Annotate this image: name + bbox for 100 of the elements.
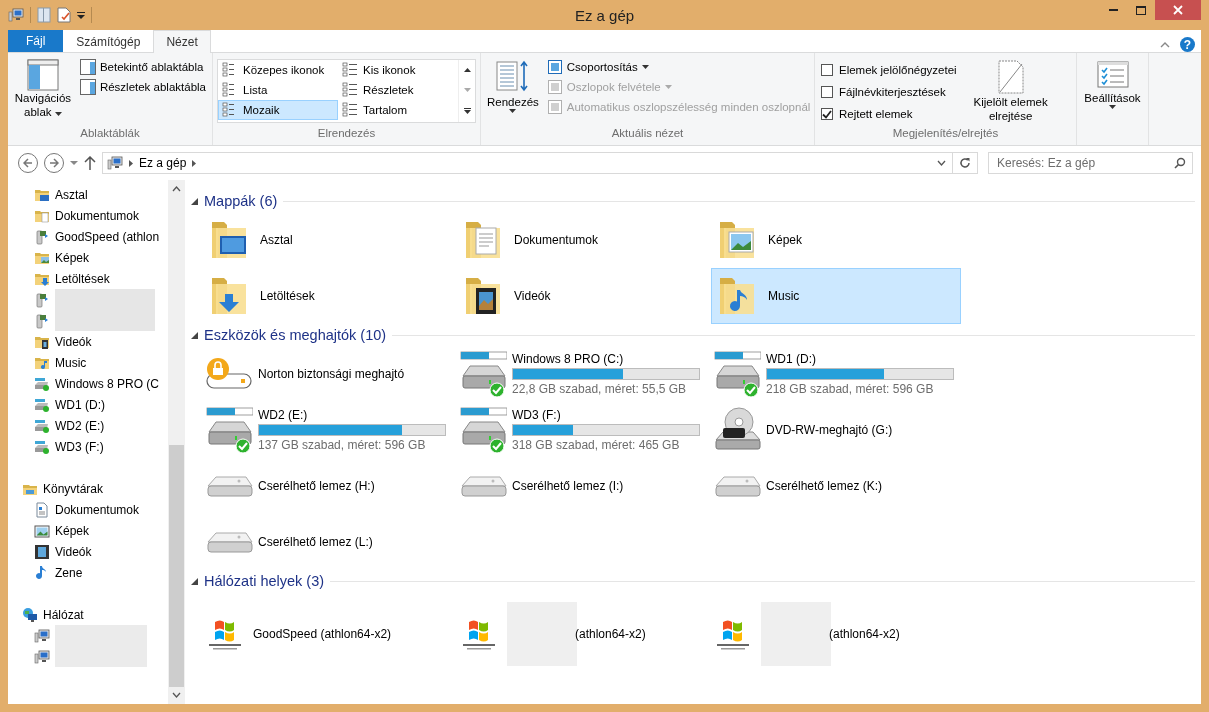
checklist-icon bbox=[1096, 59, 1129, 91]
sort-button[interactable]: Rendezés bbox=[485, 57, 541, 127]
folder-tile[interactable]: Képek bbox=[711, 212, 961, 268]
refresh-button[interactable] bbox=[953, 152, 978, 174]
folder-tile[interactable]: Videók bbox=[457, 268, 707, 324]
drive-name[interactable]: WD3 (F:) bbox=[512, 408, 700, 422]
columns-icon bbox=[546, 99, 563, 115]
options-button[interactable]: Beállítások bbox=[1081, 57, 1144, 127]
nav-item[interactable]: Asztal bbox=[8, 184, 168, 205]
nav-item[interactable]: WD3 (F:) bbox=[8, 436, 168, 457]
drive-name[interactable]: WD1 (D:) bbox=[766, 352, 954, 366]
layout-option[interactable]: Lista bbox=[218, 80, 338, 100]
forward-button[interactable] bbox=[44, 153, 64, 173]
hidden-page-icon bbox=[995, 59, 1026, 95]
dropdown-icon[interactable] bbox=[937, 160, 946, 166]
hide-selected-button[interactable]: Kijelölt elemek elrejtése bbox=[962, 57, 1059, 127]
chevron-icon bbox=[129, 159, 133, 167]
new-folder-icon[interactable] bbox=[57, 7, 71, 23]
checkbox-label: Elemek jelölőnégyzetei bbox=[839, 64, 957, 76]
layout-option[interactable]: Kis ikonok bbox=[338, 60, 458, 80]
view-layout-icon bbox=[342, 102, 358, 118]
folder-tile[interactable]: Dokumentumok bbox=[457, 212, 707, 268]
folder-tile[interactable]: Music bbox=[711, 268, 961, 324]
folder-tile[interactable]: Letöltések bbox=[203, 268, 453, 324]
nav-item[interactable]: Music bbox=[8, 352, 168, 373]
network-location-name[interactable]: GoodSpeed (athlon64-x2) bbox=[253, 627, 392, 641]
checkbox[interactable] bbox=[821, 64, 833, 76]
collapse-ribbon-icon[interactable] bbox=[1160, 41, 1170, 48]
nav-item[interactable]: WD2 (E:) bbox=[8, 415, 168, 436]
view-command[interactable]: Csoportosítás bbox=[544, 57, 813, 77]
help-icon[interactable]: ? bbox=[1180, 37, 1195, 52]
nav-section[interactable]: Könyvtárak bbox=[8, 478, 168, 499]
network-location-name[interactable]: (athlon64-x2) bbox=[575, 627, 646, 641]
back-button[interactable] bbox=[18, 153, 38, 173]
address-bar[interactable]: Ez a gép bbox=[102, 152, 953, 174]
media-device-icon bbox=[34, 312, 50, 329]
window-title: Ez a gép bbox=[574, 6, 635, 24]
ribbon-tab[interactable]: Fájl bbox=[8, 30, 64, 52]
folder-tile[interactable]: Asztal bbox=[203, 212, 453, 268]
free-space-text: 218 GB szabad, méret: 596 GB bbox=[766, 382, 935, 396]
nav-item[interactable]: Videók bbox=[8, 541, 168, 562]
drive-name[interactable]: Cserélhető lemez (I:) bbox=[512, 479, 624, 493]
layout-option[interactable]: Közepes ikonok bbox=[218, 60, 338, 80]
network-location-name[interactable]: (athlon64-x2) bbox=[829, 627, 900, 641]
scrollbar-thumb[interactable] bbox=[169, 445, 184, 687]
layout-option[interactable]: Mozaik bbox=[218, 100, 338, 120]
pane-toggle[interactable]: Részletek ablaktábla bbox=[77, 77, 208, 97]
group-header[interactable]: Mappák (6) bbox=[204, 193, 278, 209]
drive-name[interactable]: WD2 (E:) bbox=[258, 408, 446, 422]
scroll-up-icon[interactable] bbox=[463, 68, 471, 72]
nav-section[interactable]: Hálózat bbox=[8, 604, 168, 625]
nav-item[interactable]: Dokumentumok bbox=[8, 499, 168, 520]
breadcrumb[interactable]: Ez a gép bbox=[139, 156, 187, 170]
collapse-icon[interactable] bbox=[191, 197, 198, 205]
nav-item[interactable]: Videók bbox=[8, 331, 168, 352]
collapse-icon[interactable] bbox=[191, 577, 198, 585]
search-field[interactable]: Keresés: Ez a gép bbox=[988, 152, 1193, 174]
free-space-text: 318 GB szabad, méret: 465 GB bbox=[512, 438, 681, 452]
drive-name[interactable]: Cserélhető lemez (K:) bbox=[766, 479, 883, 493]
group-header[interactable]: Eszközök és meghajtók (10) bbox=[204, 327, 387, 343]
customize-icon[interactable] bbox=[77, 11, 85, 19]
nav-item[interactable]: Zene bbox=[8, 562, 168, 583]
close-button[interactable] bbox=[1155, 0, 1201, 20]
drive-name[interactable]: DVD-RW-meghajtó (G:) bbox=[766, 423, 893, 437]
caret-icon bbox=[54, 112, 62, 116]
group-label: Elrendezés bbox=[317, 127, 376, 139]
nav-item[interactable]: Windows 8 PRO (C bbox=[8, 373, 168, 394]
computer-icon bbox=[8, 7, 24, 23]
checkbox-label: Fájlnévkiterjesztések bbox=[839, 86, 946, 98]
checkbox[interactable] bbox=[821, 86, 833, 98]
chevron-icon bbox=[192, 159, 197, 167]
view-layout-icon bbox=[342, 82, 358, 98]
drive-name[interactable]: Cserélhető lemez (L:) bbox=[258, 535, 373, 549]
group-header[interactable]: Hálózati helyek (3) bbox=[204, 573, 325, 589]
caret-icon bbox=[509, 109, 517, 113]
free-space-text: 22,8 GB szabad, méret: 55,5 GB bbox=[512, 382, 688, 396]
nav-item[interactable]: Letöltések bbox=[8, 268, 168, 289]
nav-item[interactable]: GoodSpeed (athlon bbox=[8, 226, 168, 247]
media-device-icon bbox=[34, 228, 50, 245]
nav-item[interactable]: WD1 (D:) bbox=[8, 394, 168, 415]
checkbox[interactable] bbox=[821, 108, 833, 120]
pane-toggle[interactable]: Betekintő ablaktábla bbox=[77, 57, 208, 77]
ribbon-tab[interactable]: Nézet bbox=[153, 30, 211, 53]
layout-option[interactable]: Részletek bbox=[338, 80, 458, 100]
nav-item[interactable]: Képek bbox=[8, 520, 168, 541]
computer-icon bbox=[34, 648, 50, 665]
recent-locations-icon[interactable] bbox=[70, 161, 78, 165]
nav-item[interactable]: Dokumentumok bbox=[8, 205, 168, 226]
nav-item[interactable]: Képek bbox=[8, 247, 168, 268]
collapse-icon[interactable] bbox=[191, 331, 198, 339]
drive-name[interactable]: Norton biztonsági meghajtó bbox=[258, 367, 405, 381]
drive-name[interactable]: Windows 8 PRO (C:) bbox=[512, 352, 700, 366]
expand-gallery-icon[interactable] bbox=[463, 108, 471, 114]
layout-option[interactable]: Tartalom bbox=[338, 100, 458, 120]
hard-drive-icon bbox=[459, 406, 507, 454]
navigation-pane-button[interactable]: Navigációs ablak bbox=[12, 57, 74, 127]
columns-icon bbox=[546, 79, 563, 95]
drive-name[interactable]: Cserélhető lemez (H:) bbox=[258, 479, 375, 493]
scrollbar[interactable] bbox=[168, 180, 185, 704]
up-arrow-icon[interactable] bbox=[84, 156, 96, 170]
